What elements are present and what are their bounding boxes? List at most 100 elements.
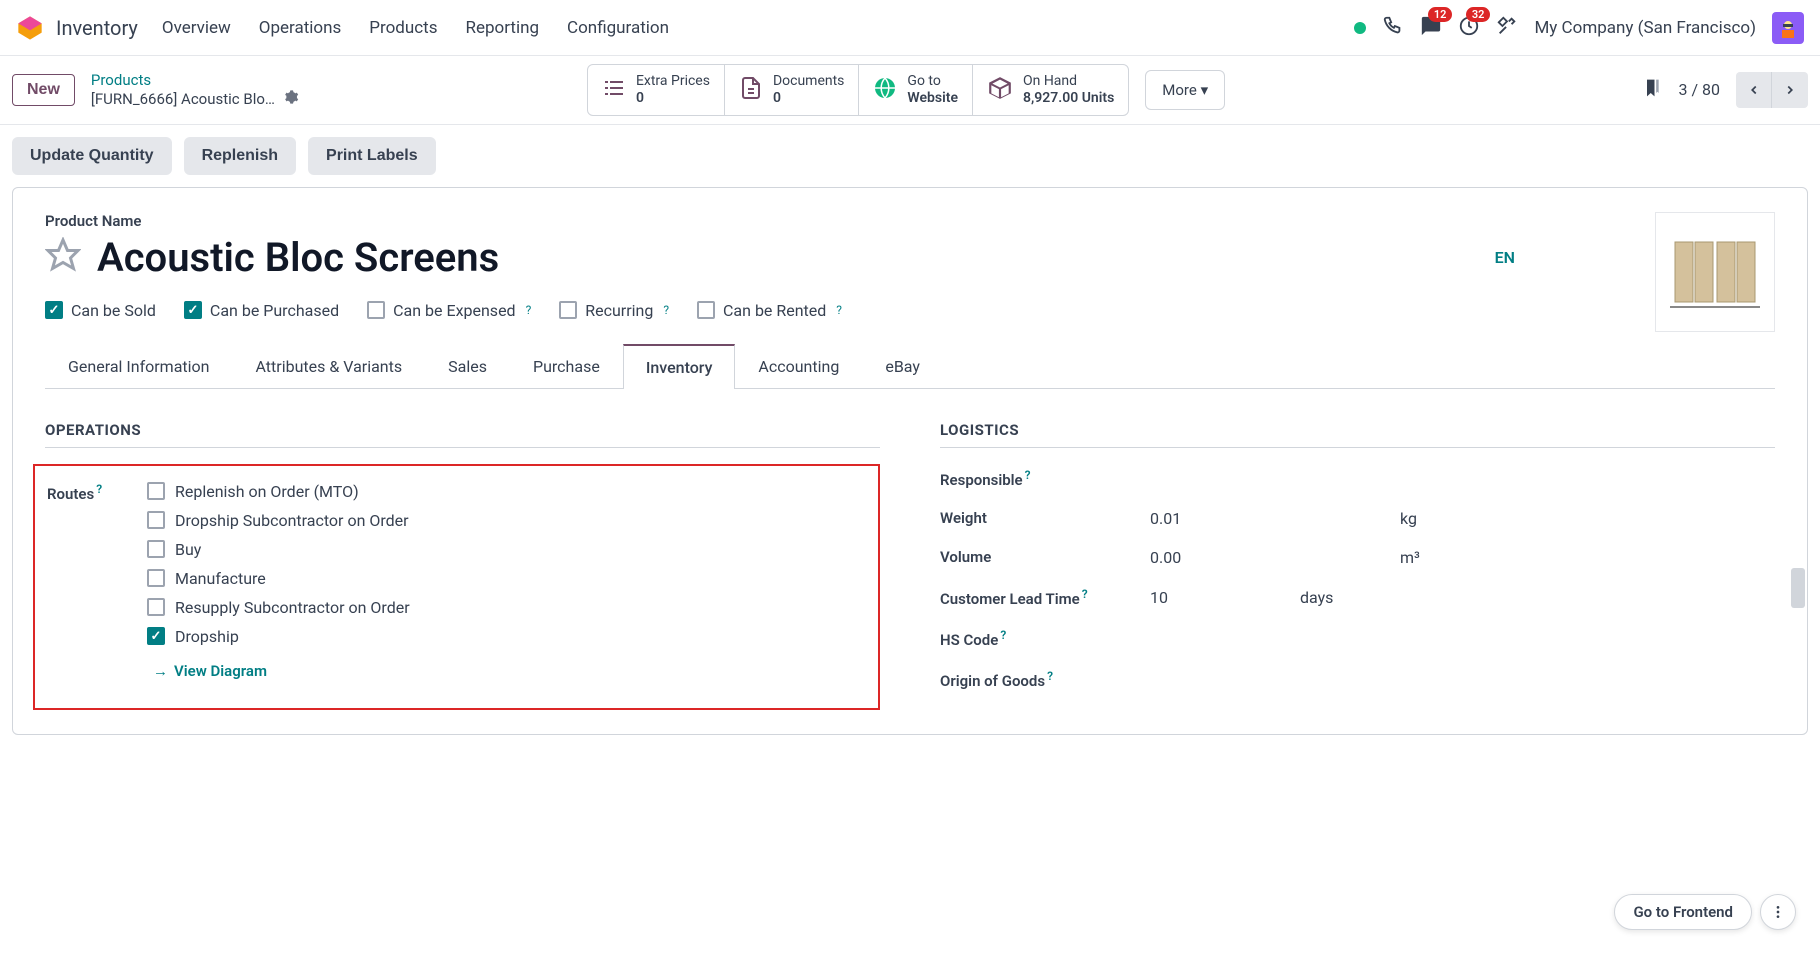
- activity-icon[interactable]: 32: [1458, 15, 1480, 41]
- stat-extra-prices[interactable]: Extra Prices 0: [588, 65, 725, 115]
- more-button[interactable]: More ▾: [1145, 70, 1225, 110]
- checkbox-icon[interactable]: [559, 301, 577, 319]
- help-icon[interactable]: ?: [526, 303, 532, 317]
- help-icon[interactable]: ?: [96, 482, 102, 496]
- breadcrumb-products[interactable]: Products: [91, 71, 299, 89]
- replenish-button[interactable]: Replenish: [184, 137, 296, 175]
- route-item[interactable]: Dropship Subcontractor on Order: [147, 511, 410, 530]
- weight-unit: kg: [1400, 509, 1417, 528]
- checkbox-icon[interactable]: [184, 301, 202, 319]
- help-icon[interactable]: ?: [836, 303, 842, 317]
- lead-time-value[interactable]: 10: [1150, 588, 1300, 607]
- nav-products[interactable]: Products: [369, 18, 437, 38]
- check-label: Recurring: [585, 301, 653, 320]
- check-can-be-sold[interactable]: Can be Sold: [45, 301, 156, 320]
- view-diagram-label: View Diagram: [174, 662, 267, 680]
- tab-sales[interactable]: Sales: [425, 344, 510, 388]
- pager-prev-button[interactable]: [1736, 72, 1772, 108]
- nav-configuration[interactable]: Configuration: [567, 18, 669, 38]
- origin-label: Origin of Goods?: [940, 669, 1150, 690]
- pager-text[interactable]: 3 / 80: [1678, 80, 1720, 99]
- gear-icon[interactable]: [283, 89, 299, 109]
- tools-icon[interactable]: [1496, 15, 1518, 41]
- route-item[interactable]: Buy: [147, 540, 410, 559]
- operations-section: OPERATIONS Routes? Replenish on Order (M…: [45, 421, 880, 710]
- tab-attributes-variants[interactable]: Attributes & Variants: [233, 344, 426, 388]
- pager-next-button[interactable]: [1772, 72, 1808, 108]
- product-name-label: Product Name: [45, 212, 1775, 230]
- more-label: More: [1162, 81, 1197, 99]
- stat-onhand[interactable]: On Hand 8,927.00 Units: [973, 65, 1128, 115]
- volume-label: Volume: [940, 548, 1150, 566]
- tab-ebay[interactable]: eBay: [862, 344, 943, 388]
- route-label: Buy: [175, 540, 201, 559]
- tab-inventory[interactable]: Inventory: [623, 344, 736, 389]
- new-button[interactable]: New: [12, 74, 75, 106]
- product-image[interactable]: [1655, 212, 1775, 332]
- globe-icon: [873, 76, 897, 104]
- checkbox-icon[interactable]: [45, 301, 63, 319]
- stat-website[interactable]: Go to Website: [859, 65, 973, 115]
- checkbox-icon[interactable]: [147, 482, 165, 500]
- tab-purchase[interactable]: Purchase: [510, 344, 623, 388]
- app-title[interactable]: Inventory: [56, 16, 138, 40]
- checkbox-icon[interactable]: [147, 569, 165, 587]
- help-icon[interactable]: ?: [1025, 468, 1031, 482]
- scrollbar[interactable]: [1791, 568, 1805, 608]
- checkbox-icon[interactable]: [147, 511, 165, 529]
- check-can-be-purchased[interactable]: Can be Purchased: [184, 301, 339, 320]
- topbar-right: 12 32 My Company (San Francisco): [1354, 12, 1804, 44]
- checkbox-icon[interactable]: [147, 627, 165, 645]
- form-sheet: Product Name Acoustic Bloc Screens EN Ca…: [12, 187, 1808, 735]
- floating-actions: Go to Frontend: [1614, 894, 1796, 930]
- routes-list: Replenish on Order (MTO) Dropship Subcont…: [147, 482, 410, 680]
- checkbox-icon[interactable]: [367, 301, 385, 319]
- check-recurring[interactable]: Recurring?: [559, 301, 669, 320]
- stat-documents[interactable]: Documents 0: [725, 65, 859, 115]
- routes-label: Routes?: [47, 482, 147, 680]
- check-label: Can be Purchased: [210, 301, 339, 320]
- view-diagram-link[interactable]: → View Diagram: [153, 662, 410, 680]
- nav-reporting[interactable]: Reporting: [466, 18, 540, 38]
- route-label: Manufacture: [175, 569, 266, 588]
- goto-frontend-button[interactable]: Go to Frontend: [1614, 894, 1752, 930]
- update-quantity-button[interactable]: Update Quantity: [12, 137, 172, 175]
- route-item[interactable]: Replenish on Order (MTO): [147, 482, 410, 501]
- route-item[interactable]: Manufacture: [147, 569, 410, 588]
- help-icon[interactable]: ?: [663, 303, 669, 317]
- language-badge[interactable]: EN: [1495, 248, 1515, 267]
- volume-unit: m³: [1400, 548, 1420, 567]
- app-logo-icon[interactable]: [16, 14, 44, 42]
- phone-icon[interactable]: [1382, 15, 1404, 41]
- more-dots-button[interactable]: [1760, 894, 1796, 930]
- star-icon[interactable]: [45, 237, 81, 277]
- help-icon[interactable]: ?: [1082, 587, 1088, 601]
- help-icon[interactable]: ?: [1047, 669, 1053, 683]
- list-icon: [602, 76, 626, 104]
- actionbar: Update Quantity Replenish Print Labels: [0, 125, 1820, 187]
- messages-icon[interactable]: 12: [1420, 15, 1442, 41]
- product-title[interactable]: Acoustic Bloc Screens: [97, 234, 1479, 281]
- route-item[interactable]: Resupply Subcontractor on Order: [147, 598, 410, 617]
- weight-value[interactable]: 0.01: [1150, 509, 1300, 528]
- print-labels-button[interactable]: Print Labels: [308, 137, 436, 175]
- checkbox-icon[interactable]: [697, 301, 715, 319]
- check-label: Can be Rented: [723, 301, 826, 320]
- route-item[interactable]: Dropship: [147, 627, 410, 646]
- check-label: Can be Sold: [71, 301, 156, 320]
- activity-badge: 32: [1466, 7, 1491, 22]
- checkbox-icon[interactable]: [147, 540, 165, 558]
- caret-down-icon: ▾: [1201, 81, 1209, 99]
- tab-accounting[interactable]: Accounting: [735, 344, 862, 388]
- check-can-be-rented[interactable]: Can be Rented?: [697, 301, 842, 320]
- help-icon[interactable]: ?: [1000, 628, 1006, 642]
- volume-value[interactable]: 0.00: [1150, 548, 1300, 567]
- check-can-be-expensed[interactable]: Can be Expensed?: [367, 301, 531, 320]
- bookmark-icon[interactable]: [1642, 78, 1662, 102]
- user-avatar[interactable]: [1772, 12, 1804, 44]
- checkbox-icon[interactable]: [147, 598, 165, 616]
- company-switcher[interactable]: My Company (San Francisco): [1534, 18, 1756, 38]
- tab-general-information[interactable]: General Information: [45, 344, 233, 388]
- nav-overview[interactable]: Overview: [162, 18, 231, 38]
- nav-operations[interactable]: Operations: [259, 18, 342, 38]
